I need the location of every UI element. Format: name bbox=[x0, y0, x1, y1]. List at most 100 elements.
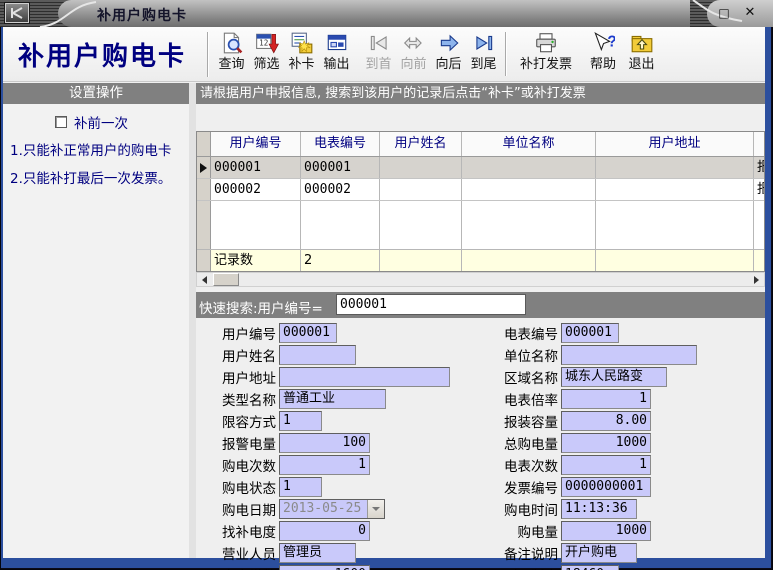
field-label: 电表倍率 bbox=[471, 389, 558, 409]
field-label: 限容方式 bbox=[196, 411, 276, 431]
query-button[interactable]: 查询 bbox=[214, 29, 249, 73]
field-label: 用户姓名 bbox=[196, 345, 276, 365]
meter-id-field[interactable]: 000001 bbox=[561, 323, 619, 343]
quick-search-input[interactable] bbox=[336, 294, 526, 315]
record-count-label: 记录数 bbox=[211, 250, 301, 271]
exit-button[interactable]: 退出 bbox=[624, 29, 659, 73]
card-new-icon bbox=[284, 31, 319, 57]
app-window: 补用户购电卡 □ ✕ 补用户购电卡 查询 bbox=[0, 0, 773, 570]
user-name-field[interactable] bbox=[279, 345, 356, 365]
purchase-energy-field[interactable]: 1000 bbox=[561, 521, 651, 541]
output-button[interactable]: 输出 bbox=[319, 29, 354, 73]
area-name-field[interactable]: 城东人民路变 bbox=[561, 367, 667, 387]
invoice-no-field[interactable]: 0000000001 bbox=[561, 477, 651, 497]
total-energy-field[interactable]: 1000 bbox=[561, 433, 651, 453]
filter-button[interactable]: 12 筛选 bbox=[249, 29, 284, 73]
arrow-next-icon bbox=[431, 31, 466, 57]
operator-field[interactable]: 管理员 bbox=[279, 543, 356, 563]
field-label: 购电次数 bbox=[196, 455, 276, 475]
arrow-prev-icon bbox=[396, 31, 431, 57]
col-header-overflow bbox=[754, 132, 764, 156]
go-last-button[interactable]: 到尾 bbox=[466, 29, 501, 73]
checkbox-row[interactable]: 补前一次 bbox=[55, 112, 189, 132]
field-label: 备注说明 bbox=[471, 543, 558, 563]
model-version-field[interactable]: 18460 bbox=[561, 565, 619, 570]
meter-count-field[interactable]: 1 bbox=[561, 455, 651, 475]
field-label: 发票编号 bbox=[471, 477, 558, 497]
user-id-field[interactable]: 000001 bbox=[279, 323, 337, 343]
user-address-field[interactable] bbox=[279, 367, 450, 387]
meter-ratio-field[interactable]: 1 bbox=[561, 389, 651, 409]
form-left-column: 用户编号000001 用户姓名 用户地址 类型名称普通工业 限容方式1 报警电量… bbox=[196, 323, 450, 570]
purchase-count-field[interactable]: 1 bbox=[279, 455, 370, 475]
app-logo-icon[interactable] bbox=[5, 3, 29, 23]
window-content: 补用户购电卡 查询 bbox=[3, 27, 765, 558]
limit-mode-field[interactable]: 1 bbox=[279, 411, 322, 431]
grid-indicator-header bbox=[197, 132, 211, 156]
scroll-left-button[interactable] bbox=[197, 273, 212, 286]
toolbar: 查询 12 筛选 bbox=[214, 29, 659, 81]
table-row[interactable]: 000002 000002 报 bbox=[197, 179, 764, 201]
supplement-previous-checkbox[interactable] bbox=[55, 116, 67, 128]
purchase-status-field[interactable]: 1 bbox=[279, 477, 322, 497]
go-prev-button[interactable]: 向前 bbox=[396, 29, 431, 73]
help-button[interactable]: ? 帮助 bbox=[582, 29, 624, 73]
field-label: 营业人员 bbox=[196, 543, 276, 563]
sidebar-splitter[interactable] bbox=[189, 83, 196, 558]
record-count-value: 2 bbox=[301, 250, 380, 271]
table-row[interactable]: 000001 000001 报 bbox=[197, 157, 764, 179]
col-header-user-name[interactable]: 用户姓名 bbox=[380, 132, 462, 156]
svg-text:12: 12 bbox=[259, 39, 268, 48]
printer-icon bbox=[510, 31, 582, 57]
field-label: 类型名称 bbox=[196, 389, 276, 409]
field-label: 购电日期 bbox=[196, 499, 276, 519]
field-label: 单位名称 bbox=[471, 345, 558, 365]
record-count-row: 记录数 2 bbox=[197, 249, 764, 271]
col-header-user-id[interactable]: 用户编号 bbox=[211, 132, 301, 156]
field-label: 总购电量 bbox=[471, 433, 558, 453]
form-right-column: 电表编号000001 单位名称 区域名称城东人民路变 电表倍率1 报装容量8.0… bbox=[471, 323, 697, 570]
remark-field[interactable]: 开户购电 bbox=[561, 543, 637, 563]
col-header-meter-id[interactable]: 电表编号 bbox=[301, 132, 380, 156]
reprint-invoice-button[interactable]: 补打发票 bbox=[510, 29, 582, 73]
org-name-field[interactable] bbox=[561, 345, 697, 365]
col-header-org-name[interactable]: 单位名称 bbox=[462, 132, 596, 156]
quick-search-bar: 快速搜索:用户编号= bbox=[196, 292, 765, 318]
window-title: 补用户购电卡 bbox=[97, 5, 187, 25]
search-icon bbox=[214, 31, 249, 57]
scrollbar-thumb[interactable] bbox=[213, 273, 239, 286]
field-label: 购电量 bbox=[471, 521, 558, 541]
grid-header-row: 用户编号 电表编号 用户姓名 单位名称 用户地址 bbox=[197, 132, 764, 157]
meter-constant-field[interactable]: 1600 bbox=[279, 565, 370, 570]
alarm-energy-field[interactable]: 100 bbox=[279, 433, 370, 453]
arrow-first-icon bbox=[361, 31, 396, 57]
type-name-field[interactable]: 普通工业 bbox=[279, 389, 386, 409]
col-header-user-address[interactable]: 用户地址 bbox=[596, 132, 754, 156]
maximize-button[interactable]: □ bbox=[715, 5, 733, 21]
titlebar: 补用户购电卡 □ ✕ bbox=[0, 0, 773, 27]
purchase-date-combobox[interactable]: 2013-05-25 bbox=[279, 499, 385, 519]
help-cursor-icon: ? bbox=[582, 31, 624, 57]
go-next-button[interactable]: 向后 bbox=[431, 29, 466, 73]
field-label: 用户地址 bbox=[196, 367, 276, 387]
scroll-right-button[interactable] bbox=[749, 273, 764, 286]
purchase-time-field[interactable]: 11:13:36 bbox=[561, 499, 637, 519]
grid-horizontal-scrollbar[interactable] bbox=[196, 272, 765, 287]
arrow-last-icon bbox=[466, 31, 501, 57]
dropdown-button[interactable] bbox=[367, 500, 384, 518]
go-first-button[interactable]: 到首 bbox=[361, 29, 396, 73]
records-grid: 用户编号 电表编号 用户姓名 单位名称 用户地址 000001 000001 报 bbox=[196, 131, 765, 272]
sidebar-note-2: 2.只能补打最后一次发票。 bbox=[10, 171, 185, 188]
sidebar: 设置操作 补前一次 1.只能补正常用户的购电卡 2.只能补打最后一次发票。 bbox=[3, 83, 189, 558]
field-label: 电表次数 bbox=[471, 455, 558, 475]
replace-card-button[interactable]: 补卡 bbox=[284, 29, 319, 73]
installed-capacity-field[interactable]: 8.00 bbox=[561, 411, 651, 431]
field-label: 区域名称 bbox=[471, 367, 558, 387]
field-label: 电表编号 bbox=[471, 323, 558, 343]
current-row-indicator bbox=[197, 157, 211, 178]
close-button[interactable]: ✕ bbox=[741, 5, 759, 21]
field-label: 型号版本 bbox=[471, 565, 558, 570]
field-label: 购电状态 bbox=[196, 477, 276, 497]
adjust-energy-field[interactable]: 0 bbox=[279, 521, 370, 541]
svg-text:?: ? bbox=[607, 33, 615, 50]
